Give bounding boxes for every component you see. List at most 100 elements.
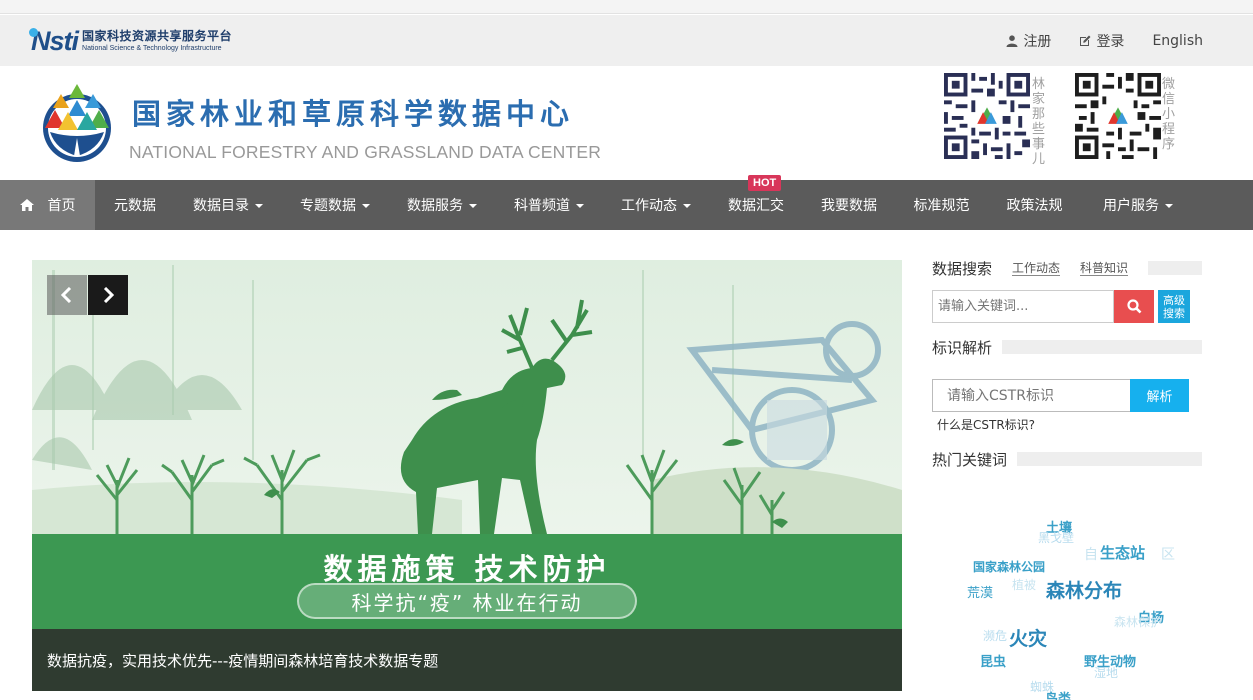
nav-item-submit[interactable]: HOT 数据汇交 <box>709 175 803 230</box>
english-label: English <box>1152 32 1203 49</box>
keyword-tag[interactable]: 生态站 <box>1100 542 1145 563</box>
user-icon <box>1006 34 1018 47</box>
chevron-down-icon <box>255 204 263 208</box>
nav-item-policy[interactable]: 政策法规 <box>988 180 1081 230</box>
nav-label: 数据服务 <box>407 198 463 214</box>
chevron-down-icon <box>469 204 477 208</box>
nav-item-science[interactable]: 科普频道 <box>495 180 603 230</box>
home-icon <box>19 199 34 211</box>
keyword-tag[interactable]: 区 <box>1161 544 1175 564</box>
search-icon <box>1126 299 1141 314</box>
nav-label: 政策法规 <box>1006 198 1063 214</box>
english-link[interactable]: English <box>1152 33 1203 49</box>
search-input[interactable] <box>932 290 1114 323</box>
cstr-help-link[interactable]: 什么是CSTR标识? <box>937 416 1035 433</box>
tab-news[interactable]: 工作动态 <box>1012 261 1061 276</box>
keyword-tag[interactable]: 荒漠 <box>967 582 993 601</box>
resolve-header: 标识解析 <box>932 329 1202 365</box>
nav-item-home[interactable]: 首页 <box>0 180 95 230</box>
search-title: 数据搜索 <box>932 259 993 278</box>
register-link[interactable]: 注册 <box>1006 31 1051 51</box>
chevron-down-icon <box>1165 204 1173 208</box>
sidebar: 数据搜索 工作动态 科普知识 高级搜索 标识解析 解析 什么是CSTR标识? 热… <box>932 250 1202 469</box>
keyword-tag[interactable]: 森林保护 <box>1114 613 1162 630</box>
nav-label: 工作动态 <box>621 198 677 214</box>
keyword-tag[interactable]: 鸟类 <box>1045 688 1071 700</box>
keyword-tag[interactable]: 国家森林公园 <box>973 558 1045 575</box>
advanced-search-button[interactable]: 高级搜索 <box>1158 290 1190 323</box>
site-header: 国家林业和草原科学数据中心 NATIONAL FORESTRY AND GRAS… <box>0 66 1253 180</box>
edit-icon <box>1080 35 1091 46</box>
cstr-row: 解析 <box>932 379 1189 412</box>
site-title-en: NATIONAL FORESTRY AND GRASSLAND DATA CEN… <box>129 142 602 162</box>
keyword-tag[interactable]: 湿地 <box>1094 664 1118 681</box>
resolve-button[interactable]: 解析 <box>1130 379 1189 412</box>
divider <box>1148 261 1202 275</box>
nav-label: 标准规范 <box>913 198 970 214</box>
keyword-tag[interactable]: 植被 <box>1012 576 1036 593</box>
qr-code-icon <box>1075 73 1161 159</box>
nav-item-news[interactable]: 工作动态 <box>603 180 709 230</box>
hot-keywords-title: 热门关键词 <box>932 450 1008 469</box>
search-header: 数据搜索 工作动态 科普知识 <box>932 250 1202 286</box>
keyword-tag[interactable]: 火灾 <box>1009 624 1047 651</box>
banner-caption-text: 数据抗疫，实用技术优先---疫情期间森林培育技术数据专题 <box>47 651 439 670</box>
cstr-input[interactable] <box>932 379 1130 412</box>
forestry-logo-icon[interactable] <box>38 80 116 164</box>
nav-label: 用户服务 <box>1103 198 1159 214</box>
resolve-title: 标识解析 <box>932 338 993 357</box>
divider <box>1002 340 1202 354</box>
nav-label: 我要数据 <box>821 198 877 214</box>
nav-item-metadata[interactable]: 元数据 <box>95 180 175 230</box>
nav-item-standards[interactable]: 标准规范 <box>895 180 988 230</box>
main-nav: 首页 元数据 数据目录 专题数据 数据服务 科普频道 工作动态 HOT 数据汇交… <box>0 175 1253 230</box>
qr-caption-2: 微信小程序 <box>1162 77 1176 152</box>
keyword-tag[interactable]: 昆虫 <box>980 651 1006 670</box>
nsti-logo-mark: Nsti <box>29 26 79 56</box>
keyword-cloud: 土壤 黑戈壁 自 生态站 区 国家森林公园 荒漠 植被 森林分布 白杨 森林保护… <box>932 500 1202 700</box>
chevron-down-icon <box>362 204 370 208</box>
chevron-down-icon <box>576 204 584 208</box>
nsti-logo[interactable]: Nsti 国家科技资源共享服务平台 National Science & Tec… <box>29 26 233 56</box>
login-label: 登录 <box>1096 33 1125 50</box>
keyword-tag[interactable]: 自 <box>1084 544 1098 564</box>
nav-label: 专题数据 <box>300 198 356 214</box>
search-row: 高级搜索 <box>932 290 1190 323</box>
banner-carousel[interactable]: 数据施策 技术防护 科学抗“疫” 林业在行动 数据抗疫，实用技术优先---疫情期… <box>32 260 902 691</box>
hot-keywords-header: 热门关键词 <box>932 441 1202 477</box>
nav-item-request[interactable]: 我要数据 <box>803 180 895 230</box>
chevron-left-icon <box>61 287 72 303</box>
keyword-tag[interactable]: 濒危 <box>983 627 1007 644</box>
nav-item-user-services[interactable]: 用户服务 <box>1081 180 1195 230</box>
nav-label: 元数据 <box>114 198 156 214</box>
site-title-cn: 国家林业和草原科学数据中心 <box>132 97 575 131</box>
chevron-down-icon <box>683 204 691 208</box>
nav-item-topics[interactable]: 专题数据 <box>281 180 389 230</box>
nsti-logo-cn: 国家科技资源共享服务平台 <box>82 29 233 43</box>
keyword-tag[interactable]: 黑戈壁 <box>1038 529 1074 546</box>
nav-item-services[interactable]: 数据服务 <box>389 180 495 230</box>
banner-caption[interactable]: 数据抗疫，实用技术优先---疫情期间森林培育技术数据专题 <box>32 629 902 691</box>
carousel-next-button[interactable] <box>88 275 128 315</box>
banner-subslogan: 科学抗“疫” 林业在行动 <box>297 583 637 619</box>
nav-label: 数据目录 <box>193 198 249 214</box>
banner-slogan: 数据施策 技术防护 <box>323 552 611 586</box>
keyword-tag[interactable]: 森林分布 <box>1046 576 1122 603</box>
nav-item-catalog[interactable]: 数据目录 <box>175 180 281 230</box>
top-strip <box>0 0 1253 14</box>
hot-badge: HOT <box>748 175 782 191</box>
divider <box>1017 452 1202 466</box>
nav-label: 数据汇交 <box>728 198 784 214</box>
qr-code-icon <box>944 73 1030 159</box>
chevron-right-icon <box>103 287 114 303</box>
nsti-logo-en: National Science & Technology Infrastruc… <box>82 45 222 52</box>
qr-caption-1: 林家那些事儿 <box>1032 77 1046 167</box>
search-button[interactable] <box>1114 290 1154 323</box>
register-label: 注册 <box>1023 33 1052 50</box>
top-bar: Nsti 国家科技资源共享服务平台 National Science & Tec… <box>0 15 1253 66</box>
login-link[interactable]: 登录 <box>1079 31 1124 51</box>
tab-science[interactable]: 科普知识 <box>1080 261 1129 276</box>
carousel-prev-button[interactable] <box>47 275 87 315</box>
nav-label: 首页 <box>47 198 76 214</box>
nav-label: 科普频道 <box>514 198 570 214</box>
